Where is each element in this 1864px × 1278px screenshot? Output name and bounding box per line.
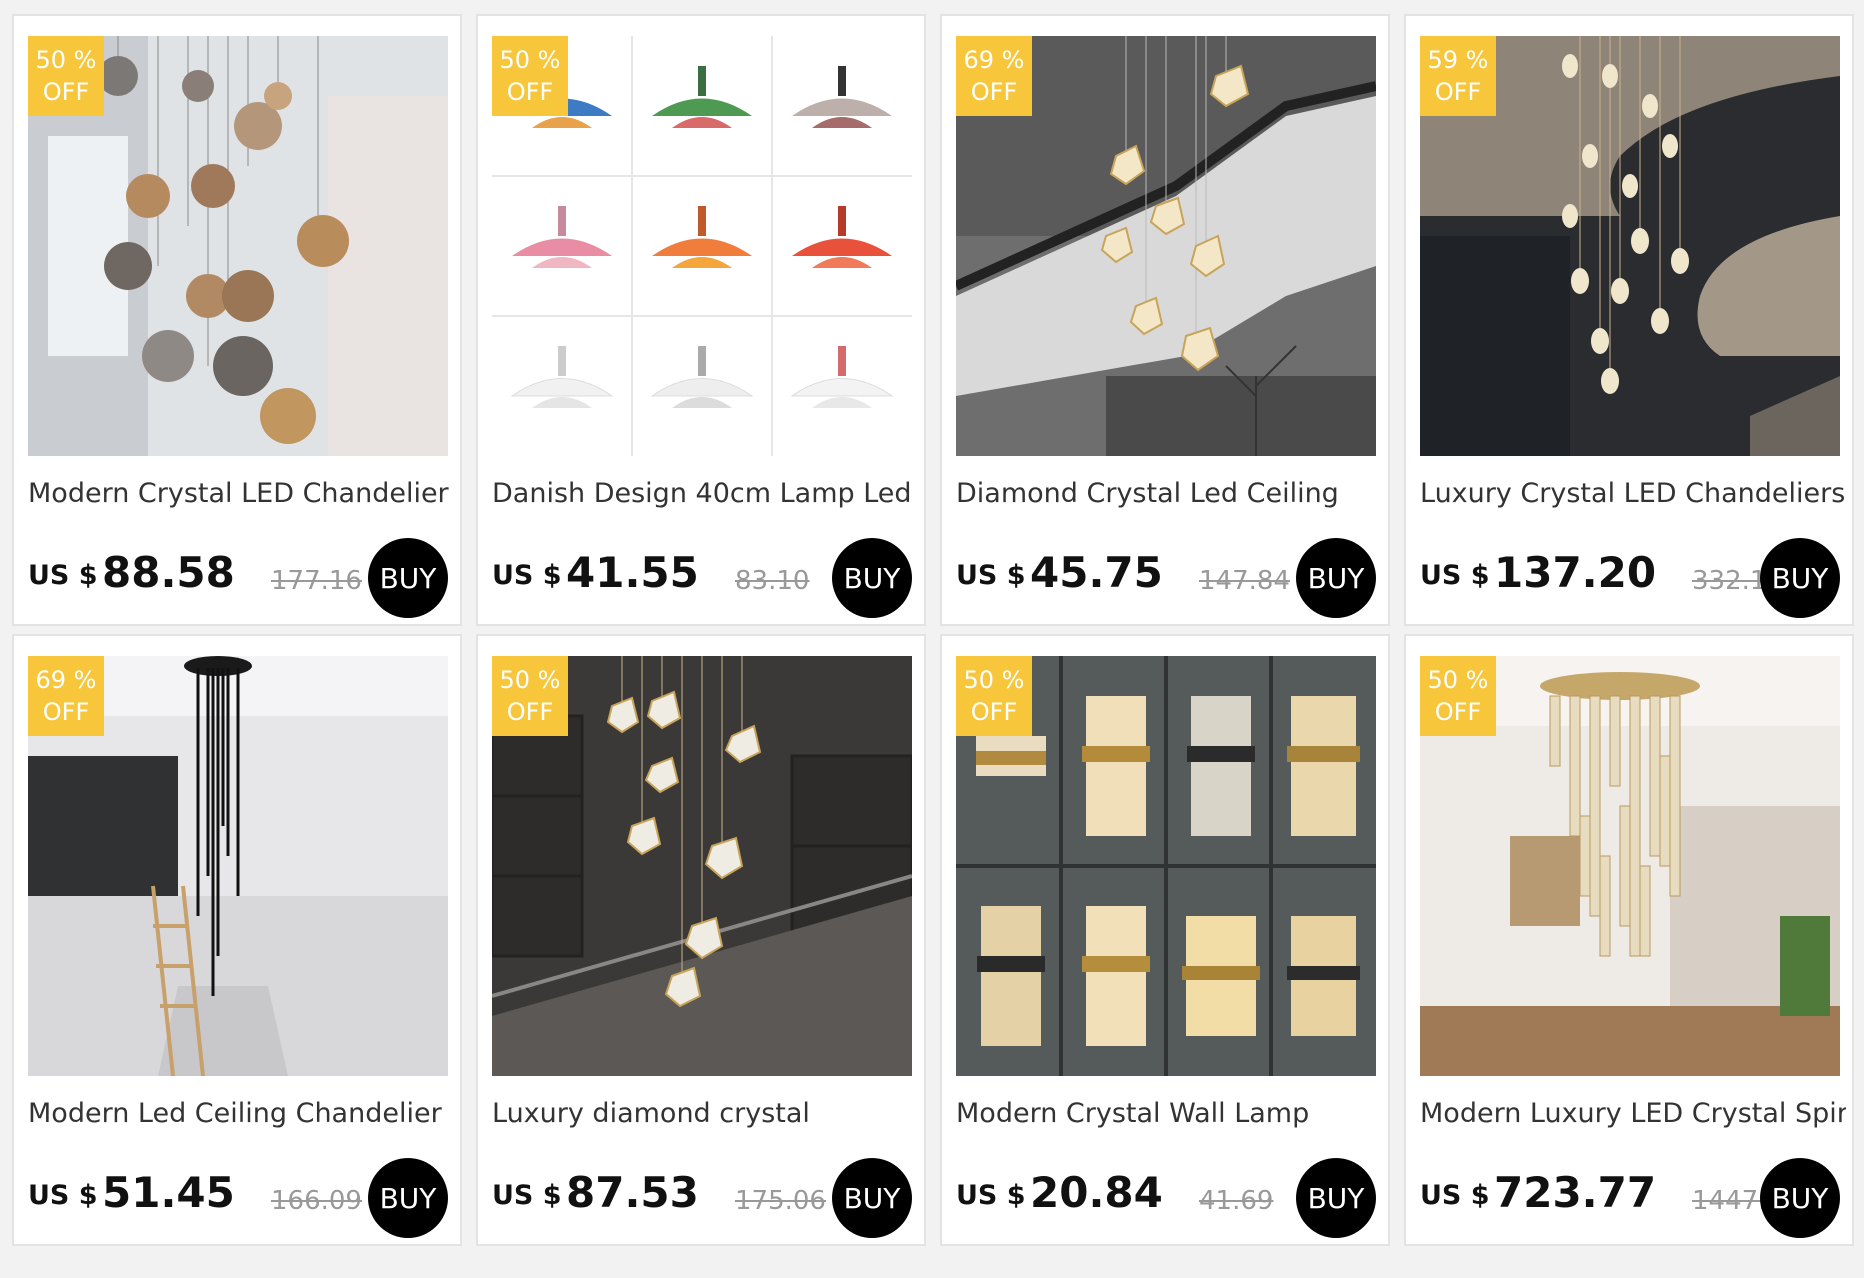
sale-price: 137.20 bbox=[1494, 548, 1657, 597]
sale-price: 51.45 bbox=[102, 1168, 235, 1217]
discount-percent: 69 % bbox=[963, 46, 1025, 74]
original-price: 175.06 bbox=[735, 1186, 826, 1216]
currency-label: US $ bbox=[492, 1180, 562, 1211]
sale-price: 45.75 bbox=[1030, 548, 1163, 597]
product-card[interactable]: 50 % OFF Modern Crystal LED Chandelier U… bbox=[12, 14, 462, 626]
currency-label: US $ bbox=[1420, 1180, 1490, 1211]
original-price: 147.84 bbox=[1199, 566, 1290, 596]
original-price: 41.69 bbox=[1199, 1186, 1274, 1216]
currency-label: US $ bbox=[28, 1180, 98, 1211]
product-title[interactable]: Luxury Crystal LED Chandeliers bbox=[1420, 478, 1846, 509]
product-image[interactable]: 69 % OFF bbox=[956, 36, 1376, 456]
discount-off-label: OFF bbox=[1434, 78, 1482, 106]
product-title[interactable]: Modern Luxury LED Crystal Spiral bbox=[1420, 1098, 1846, 1129]
buy-button[interactable]: BUY bbox=[832, 1158, 912, 1238]
buy-button[interactable]: BUY bbox=[1296, 538, 1376, 618]
buy-button[interactable]: BUY bbox=[832, 538, 912, 618]
product-image[interactable]: 50 % OFF bbox=[956, 656, 1376, 1076]
product-title[interactable]: Luxury diamond crystal bbox=[492, 1098, 918, 1129]
price-row: US $ 88.58 177.16 BUY bbox=[28, 538, 448, 618]
sale-price: 20.84 bbox=[1030, 1168, 1163, 1217]
product-card[interactable]: 50 % OFF Modern Luxury LED Crystal Spira… bbox=[1404, 634, 1854, 1246]
discount-off-label: OFF bbox=[506, 698, 554, 726]
discount-badge: 50 % OFF bbox=[956, 656, 1032, 736]
price-row: US $ 20.84 41.69 BUY bbox=[956, 1158, 1376, 1238]
product-card[interactable]: 69 % OFF Diamond Crystal Led Ceiling US … bbox=[940, 14, 1390, 626]
price-row: US $ 723.77 1447.55 BUY bbox=[1420, 1158, 1840, 1238]
buy-button[interactable]: BUY bbox=[368, 1158, 448, 1238]
sale-price: 88.58 bbox=[102, 548, 235, 597]
product-title[interactable]: Modern Led Ceiling Chandelier bbox=[28, 1098, 454, 1129]
discount-badge: 50 % OFF bbox=[492, 656, 568, 736]
currency-label: US $ bbox=[28, 560, 98, 591]
product-grid: 50 % OFF Modern Crystal LED Chandelier U… bbox=[12, 14, 1854, 1246]
price-row: US $ 51.45 166.09 BUY bbox=[28, 1158, 448, 1238]
product-title[interactable]: Danish Design 40cm Lamp Led bbox=[492, 478, 918, 509]
product-card[interactable]: 50 % OFF Luxury diamond crystal US $ 87.… bbox=[476, 634, 926, 1246]
discount-off-label: OFF bbox=[42, 78, 90, 106]
discount-off-label: OFF bbox=[42, 698, 90, 726]
discount-off-label: OFF bbox=[506, 78, 554, 106]
sale-price: 41.55 bbox=[566, 548, 699, 597]
discount-badge: 50 % OFF bbox=[28, 36, 104, 116]
currency-label: US $ bbox=[1420, 560, 1490, 591]
price-row: US $ 41.55 83.10 BUY bbox=[492, 538, 912, 618]
discount-percent: 50 % bbox=[1427, 666, 1489, 694]
product-title[interactable]: Diamond Crystal Led Ceiling bbox=[956, 478, 1382, 509]
product-card[interactable]: 69 % OFF Modern Led Ceiling Chandelier U… bbox=[12, 634, 462, 1246]
discount-badge: 59 % OFF bbox=[1420, 36, 1496, 116]
price-row: US $ 137.20 332.18 BUY bbox=[1420, 538, 1840, 618]
original-price: 83.10 bbox=[735, 566, 810, 596]
product-image[interactable]: 50 % OFF bbox=[492, 656, 912, 1076]
product-card[interactable]: 59 % OFF Luxury Crystal LED Chandeliers … bbox=[1404, 14, 1854, 626]
product-title[interactable]: Modern Crystal LED Chandelier bbox=[28, 478, 454, 509]
currency-label: US $ bbox=[492, 560, 562, 591]
price-row: US $ 87.53 175.06 BUY bbox=[492, 1158, 912, 1238]
product-image[interactable]: 50 % OFF bbox=[28, 36, 448, 456]
product-title[interactable]: Modern Crystal Wall Lamp bbox=[956, 1098, 1382, 1129]
discount-off-label: OFF bbox=[970, 698, 1018, 726]
buy-button[interactable]: BUY bbox=[1296, 1158, 1376, 1238]
sale-price: 87.53 bbox=[566, 1168, 699, 1217]
currency-label: US $ bbox=[956, 560, 1026, 591]
discount-off-label: OFF bbox=[970, 78, 1018, 106]
product-image[interactable]: 50 % OFF bbox=[1420, 656, 1840, 1076]
discount-badge: 69 % OFF bbox=[28, 656, 104, 736]
product-image[interactable]: 69 % OFF bbox=[28, 656, 448, 1076]
price-row: US $ 45.75 147.84 BUY bbox=[956, 538, 1376, 618]
product-image[interactable]: 50 % OFF bbox=[492, 36, 912, 456]
discount-percent: 59 % bbox=[1427, 46, 1489, 74]
discount-percent: 50 % bbox=[499, 46, 561, 74]
discount-percent: 50 % bbox=[499, 666, 561, 694]
discount-badge: 69 % OFF bbox=[956, 36, 1032, 116]
product-card[interactable]: 50 % OFF Modern Crystal Wall Lamp US $ 2… bbox=[940, 634, 1390, 1246]
discount-percent: 50 % bbox=[35, 46, 97, 74]
product-image[interactable]: 59 % OFF bbox=[1420, 36, 1840, 456]
sale-price: 723.77 bbox=[1494, 1168, 1657, 1217]
discount-badge: 50 % OFF bbox=[492, 36, 568, 116]
discount-percent: 50 % bbox=[963, 666, 1025, 694]
buy-button[interactable]: BUY bbox=[1760, 1158, 1840, 1238]
original-price: 166.09 bbox=[271, 1186, 362, 1216]
discount-percent: 69 % bbox=[35, 666, 97, 694]
original-price: 177.16 bbox=[271, 566, 362, 596]
product-card[interactable]: 50 % OFF Danish Design 40cm Lamp Led US … bbox=[476, 14, 926, 626]
buy-button[interactable]: BUY bbox=[368, 538, 448, 618]
currency-label: US $ bbox=[956, 1180, 1026, 1211]
discount-badge: 50 % OFF bbox=[1420, 656, 1496, 736]
discount-off-label: OFF bbox=[1434, 698, 1482, 726]
buy-button[interactable]: BUY bbox=[1760, 538, 1840, 618]
